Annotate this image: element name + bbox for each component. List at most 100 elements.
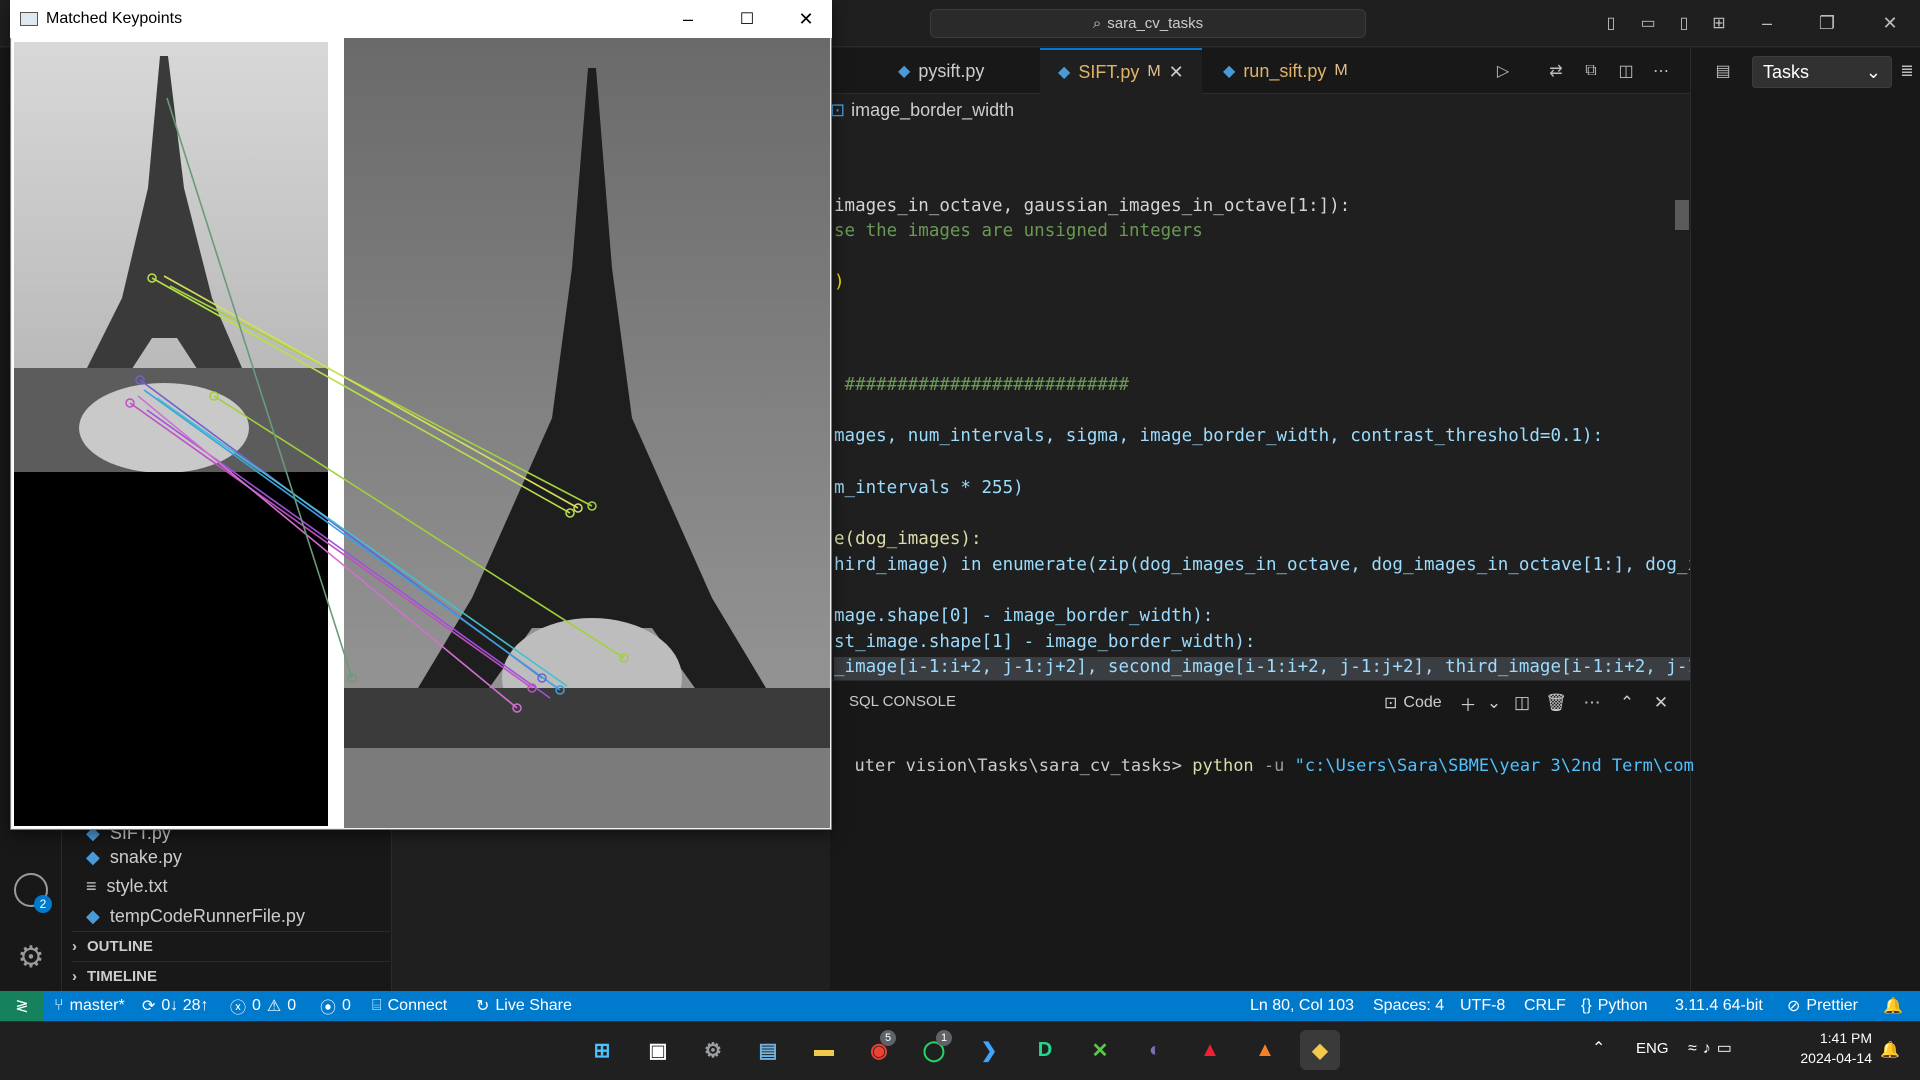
chevron-right-icon: ›: [72, 938, 77, 955]
store-icon[interactable]: ▣: [638, 1030, 678, 1070]
input-language[interactable]: ENG: [1636, 1040, 1669, 1057]
problems-status[interactable]: ⓧ 0 ⚠ 0: [230, 991, 296, 1021]
modified-badge: M: [1334, 62, 1348, 79]
tab-pysift[interactable]: ◆ pysift.py: [880, 48, 1002, 94]
file-item[interactable]: ◆ snake.py: [86, 842, 182, 872]
tab-run-sift[interactable]: ◆ run_sift.py M: [1205, 48, 1366, 94]
encoding-status[interactable]: UTF-8: [1460, 991, 1505, 1021]
python-file-icon: ◆: [86, 846, 100, 867]
live-share-status[interactable]: ↻ Live Share: [476, 991, 572, 1021]
opencv-title-bar[interactable]: Matched Keypoints – ☐ ✕: [10, 0, 832, 38]
vscode-app-icon[interactable]: ❯: [969, 1030, 1009, 1070]
toggle-secondary-sidebar-icon[interactable]: ▯: [1673, 12, 1695, 34]
file-name: snake.py: [109, 846, 182, 867]
close-button[interactable]: ✕: [1870, 8, 1910, 38]
settings-icon[interactable]: ⚙: [693, 1030, 733, 1070]
close-button[interactable]: ✕: [786, 4, 826, 34]
tab-sift[interactable]: ◆ SIFT.py M ✕: [1040, 48, 1202, 94]
python-app-icon[interactable]: ◆: [1300, 1030, 1340, 1070]
tasks-icon[interactable]: ▤: [1712, 60, 1734, 82]
compare-changes-icon[interactable]: ⇄: [1545, 60, 1567, 82]
python-file-icon: ◆: [898, 63, 911, 80]
eclipse-icon[interactable]: ◐: [1135, 1030, 1175, 1070]
live-share-label: Live Share: [495, 997, 572, 1014]
code-line: st_image.shape[1] - image_border_width):: [834, 632, 1256, 652]
minimize-button[interactable]: –: [668, 4, 708, 34]
prettier-status[interactable]: ⊘ Prettier: [1787, 991, 1858, 1021]
close-panel-icon[interactable]: ✕: [1648, 690, 1674, 716]
indentation-status[interactable]: Spaces: 4: [1373, 991, 1444, 1021]
connect-status[interactable]: ⌸ Connect: [372, 991, 447, 1021]
toggle-panel-icon[interactable]: ▭: [1637, 12, 1659, 34]
acrobat-icon[interactable]: ▲: [1190, 1030, 1230, 1070]
interpreter-status[interactable]: 3.11.4 64-bit: [1675, 991, 1763, 1021]
terminal-app-icon[interactable]: ▤: [748, 1030, 788, 1070]
eol-status[interactable]: CRLF: [1524, 991, 1566, 1021]
tab-label: pysift.py: [918, 60, 985, 81]
split-editor-icon[interactable]: ◫: [1615, 60, 1637, 82]
vlc-icon[interactable]: ▲: [1245, 1030, 1285, 1070]
restore-button[interactable]: ❐: [1807, 8, 1847, 38]
terminal-line[interactable]: uter vision\Tasks\sara_cv_tasks> python …: [834, 736, 1693, 776]
more-actions-icon[interactable]: ⋯: [1650, 60, 1672, 82]
open-preview-icon[interactable]: ⧉: [1580, 60, 1602, 82]
maximize-button[interactable]: ☐: [727, 4, 767, 34]
run-icon[interactable]: ▷: [1492, 60, 1514, 82]
cursor-position[interactable]: Ln 80, Col 103: [1250, 991, 1354, 1021]
network-volume-battery-icons[interactable]: ≈♪▭: [1688, 1038, 1738, 1058]
tasks-select[interactable]: Tasks ⌄: [1752, 56, 1892, 88]
more-actions-icon[interactable]: ⋯: [1579, 690, 1605, 716]
tab-label: SIFT.py: [1078, 61, 1140, 82]
error-icon: ⓧ: [230, 1000, 247, 1017]
notification-center-icon[interactable]: 🔔: [1880, 1040, 1900, 1060]
notifications-icon[interactable]: 🔔: [1883, 991, 1903, 1021]
command-center-label: sara_cv_tasks: [1107, 15, 1204, 32]
file-explorer-icon[interactable]: ▬: [804, 1030, 844, 1070]
warning-count: 0: [287, 997, 297, 1014]
sync-status[interactable]: ⟳ 0↓ 28↑: [142, 991, 209, 1021]
split-terminal-icon[interactable]: ◫: [1509, 690, 1535, 716]
code-line: images_in_octave, gaussian_images_in_oct…: [834, 196, 1351, 216]
toggle-primary-sidebar-icon[interactable]: ▯: [1600, 12, 1622, 34]
terminal-profile[interactable]: ⊡ Code: [1384, 690, 1442, 716]
datagrip-icon[interactable]: D: [1025, 1030, 1065, 1070]
minimize-button[interactable]: –: [1747, 8, 1787, 38]
ports-count: 0: [342, 997, 351, 1014]
trash-icon[interactable]: 🗑: [1543, 690, 1569, 716]
timeline-section[interactable]: › TIMELINE: [72, 961, 390, 991]
ports-status[interactable]: ⦿ 0: [320, 991, 351, 1021]
code-line: se the images are unsigned integers: [834, 221, 1203, 241]
maximize-panel-icon[interactable]: ⌃: [1614, 690, 1640, 716]
remote-indicator-icon[interactable]: ≷: [0, 991, 44, 1021]
file-item[interactable]: ◆ tempCodeRunnerFile.py: [86, 901, 305, 931]
customize-layout-icon[interactable]: ⊞: [1708, 12, 1730, 34]
start-icon[interactable]: ⊞: [582, 1030, 622, 1070]
command-center-search[interactable]: ⌕ sara_cv_tasks: [930, 9, 1366, 38]
file-item[interactable]: ≡ style.txt: [86, 871, 168, 901]
tab-sql-console[interactable]: SQL CONSOLE: [849, 693, 956, 710]
branch-icon: ⑂: [54, 997, 64, 1014]
code-line: mages, num_intervals, sigma, image_borde…: [834, 426, 1604, 446]
outline-section[interactable]: › OUTLINE: [72, 931, 390, 961]
gear-icon[interactable]: ⚙: [14, 940, 48, 974]
branch-status[interactable]: ⑂ master*: [54, 991, 125, 1021]
status-bar: ≷ ⑂ master* ⟳ 0↓ 28↑ ⓧ 0 ⚠ 0 ⦿ 0 ⌸ Connect ↻ Liv…: [0, 991, 1920, 1021]
close-icon[interactable]: ✕: [1169, 62, 1184, 83]
terminal-icon: ⊡: [1384, 695, 1398, 712]
list-icon[interactable]: ≣: [1896, 60, 1918, 82]
breadcrumb[interactable]: ⊡ image_border_width: [830, 96, 1014, 124]
tray-overflow-icon[interactable]: ⌃: [1592, 1038, 1605, 1058]
chevron-down-icon[interactable]: ⌄: [1481, 690, 1507, 716]
terminal-profile-label: Code: [1403, 694, 1442, 711]
editor-scrollbar[interactable]: [1675, 200, 1689, 230]
clock-date[interactable]: 2024-04-14: [1786, 1050, 1872, 1066]
tool-app-icon[interactable]: ✕: [1080, 1030, 1120, 1070]
accounts-badge: 2: [34, 895, 52, 913]
text-file-icon: ≡: [86, 875, 97, 896]
secondary-sidebar: [1690, 48, 1920, 991]
sync-label: 0↓ 28↑: [161, 997, 209, 1014]
code-line: e(dog_images):: [834, 529, 982, 549]
new-terminal-icon[interactable]: ＋: [1455, 690, 1481, 716]
clock-time[interactable]: 1:41 PM: [1786, 1030, 1872, 1046]
language-status[interactable]: {} Python: [1581, 991, 1648, 1021]
